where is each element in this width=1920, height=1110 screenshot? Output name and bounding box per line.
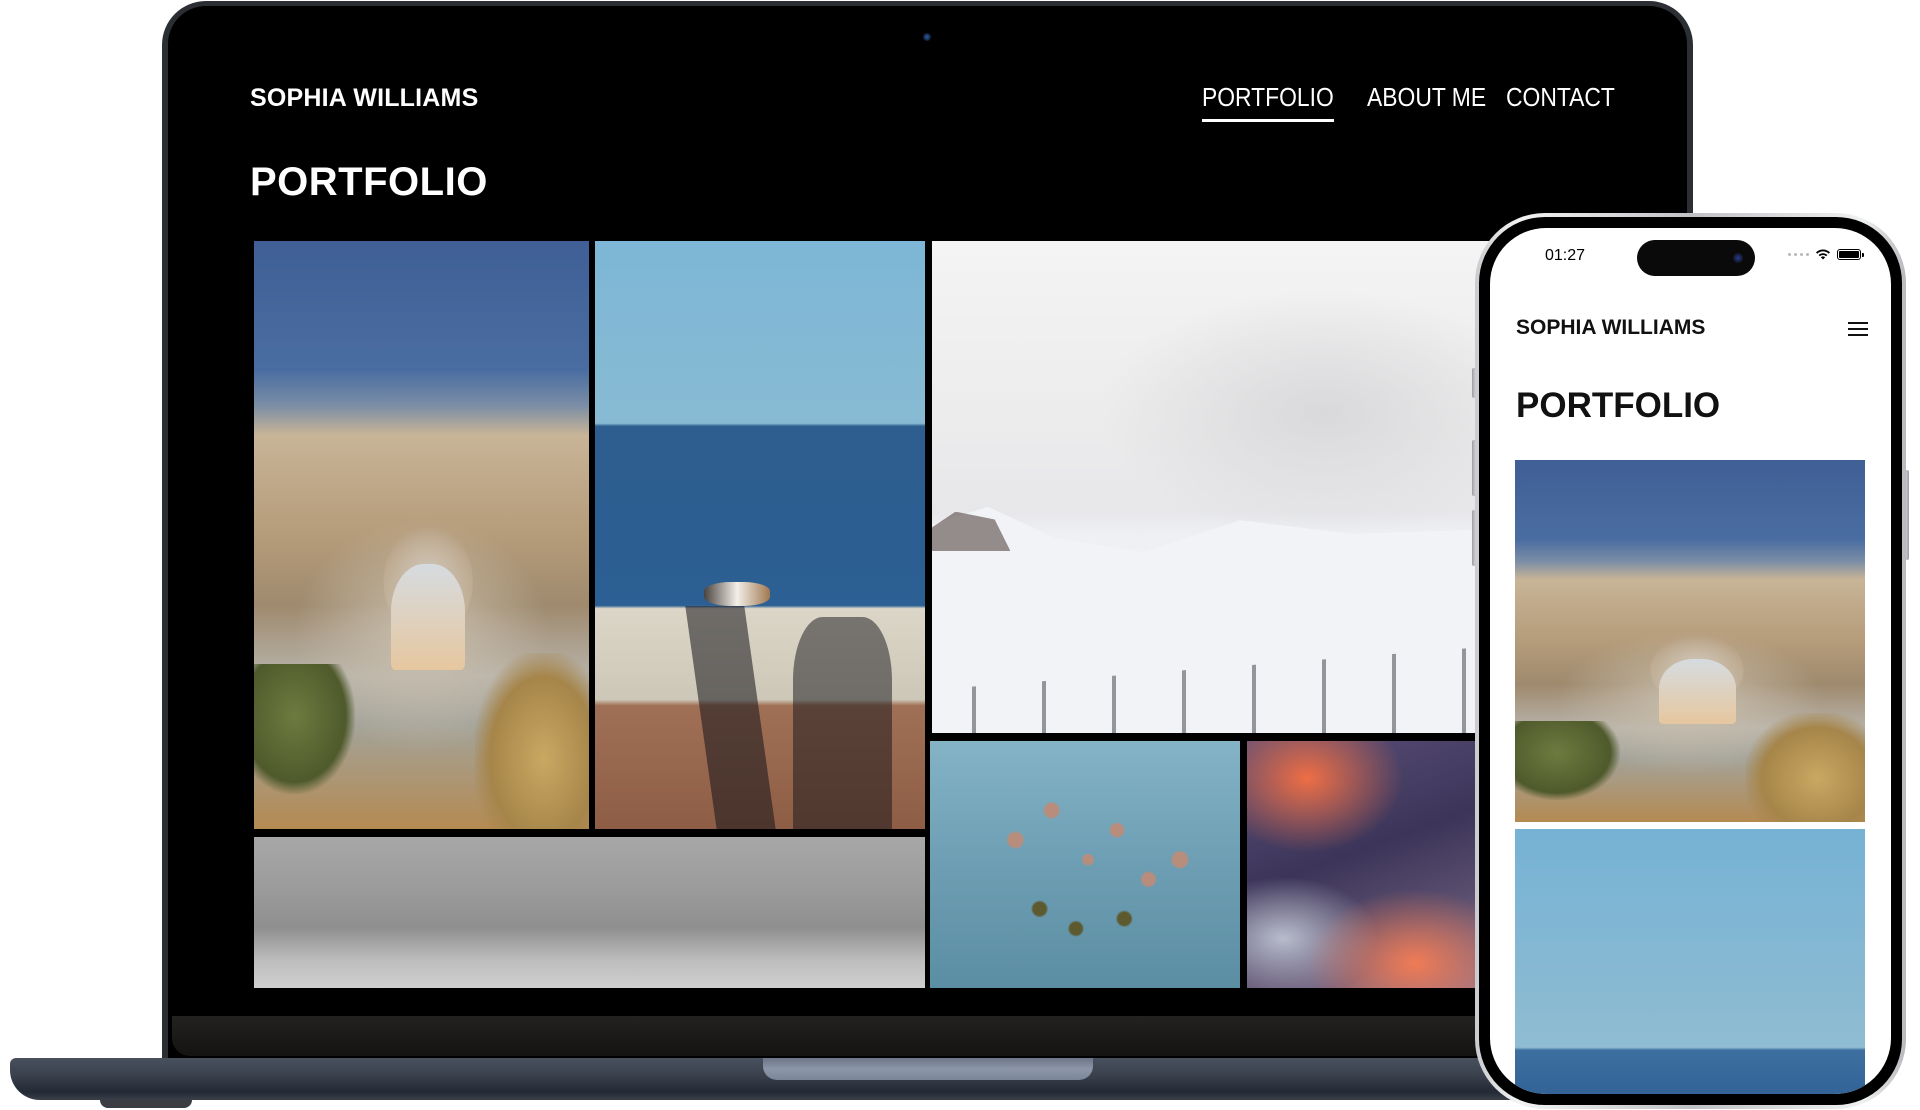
mobile-desert-arch-photo[interactable] (1515, 460, 1865, 822)
bush-left (254, 664, 355, 794)
arch-opening (1658, 659, 1736, 725)
front-camera-icon (1733, 253, 1743, 263)
arch-opening (391, 564, 466, 671)
bush-left (1515, 720, 1620, 801)
flower-stems (967, 770, 1209, 969)
status-time: 01:27 (1545, 247, 1586, 264)
status-icons (1788, 248, 1864, 260)
shadow-right (793, 617, 892, 829)
bush-right (1746, 713, 1865, 822)
sunset-clouds-photo[interactable] (1247, 741, 1487, 988)
cellular-signal-icon (1788, 252, 1809, 256)
nav-link-portfolio[interactable]: PORTFOLIO (1202, 82, 1334, 122)
mobile-site-brand[interactable]: SOPHIA WILLIAMS (1516, 316, 1705, 340)
mobile-sea-photo[interactable] (1515, 829, 1865, 1094)
sea-cat-photo[interactable] (595, 241, 925, 829)
hamburger-menu-icon[interactable] (1848, 322, 1868, 336)
laptop-trackpad-notch (763, 1058, 1093, 1080)
nav-link-contact[interactable]: CONTACT (1506, 82, 1615, 113)
bush-right (475, 652, 589, 829)
site-brand[interactable]: SOPHIA WILLIAMS (250, 84, 478, 113)
nav-link-about-me[interactable]: ABOUT ME (1367, 82, 1486, 113)
laptop-hinge (172, 1016, 1683, 1056)
desert-arch-photo[interactable] (254, 241, 589, 829)
mobile-page-title: PORTFOLIO (1516, 386, 1721, 425)
gray-fog-photo[interactable] (254, 837, 925, 988)
wifi-icon (1816, 249, 1830, 260)
battery-icon (1837, 248, 1864, 260)
laptop-camera-icon (923, 33, 931, 41)
shadow-left (684, 605, 776, 829)
phone-screen: 01:27 SOPHIA WILLIAMS PORTFOLIO (1490, 228, 1891, 1094)
cat (703, 582, 770, 606)
dynamic-island (1637, 240, 1755, 276)
page-title: PORTFOLIO (250, 160, 488, 204)
laptop-foot (100, 1100, 192, 1108)
snowy-mountains-photo[interactable] (932, 241, 1492, 733)
flower-water-photo[interactable] (930, 741, 1240, 988)
